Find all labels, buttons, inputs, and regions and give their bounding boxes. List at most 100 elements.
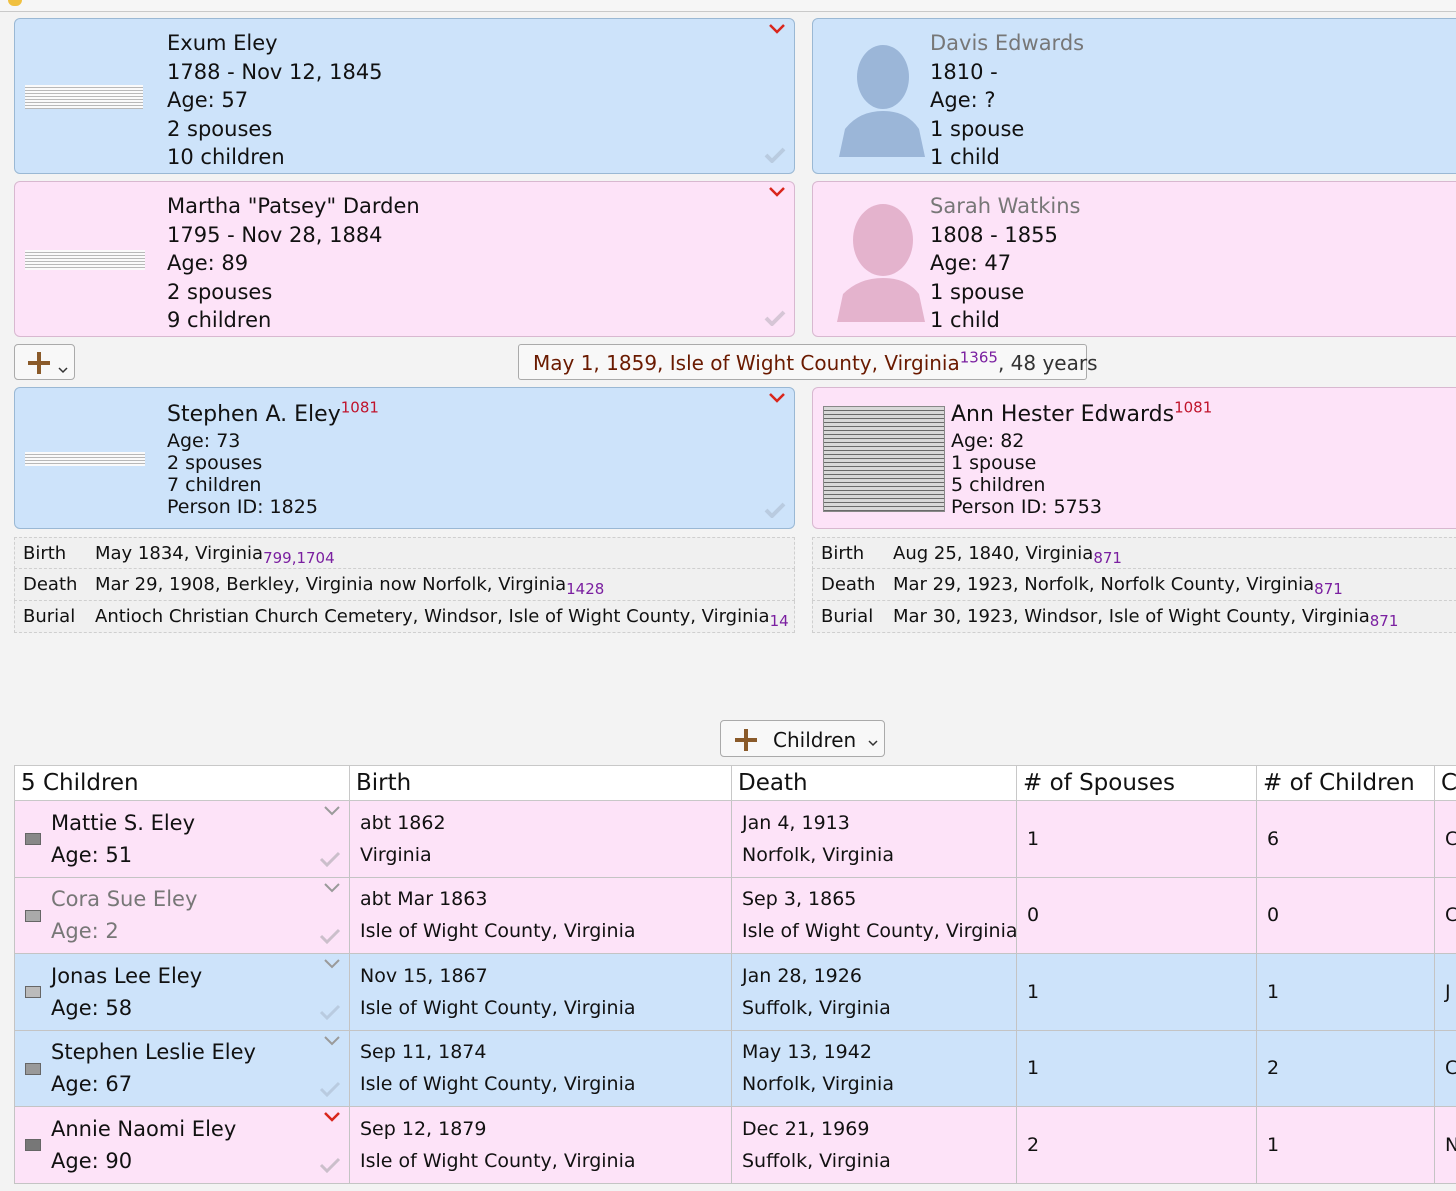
death-date: Jan 28, 1926 <box>742 964 862 987</box>
column-header-name[interactable]: 5 Children <box>14 765 350 801</box>
spouse-count: 1 <box>1016 953 1257 1031</box>
grandmother-card-maternal[interactable]: Sarah Watkins 1808 - 1855 Age: 47 1 spou… <box>812 181 1456 337</box>
fact-label: Birth <box>23 543 67 564</box>
person-spouses: 1 spouse <box>951 452 1037 474</box>
photo-thumbnail <box>25 986 41 998</box>
child-name: Stephen Leslie Eley <box>51 1040 256 1065</box>
fact-value: Aug 25, 1840, Virginia <box>893 543 1094 564</box>
source-citation[interactable]: 14 <box>770 612 789 630</box>
table-row[interactable]: Mattie S. Eley Age: 51 abt 1862 Virginia J… <box>14 800 1456 878</box>
fact-row-death[interactable]: Death Mar 29, 1908, Berkley, Virginia now… <box>14 569 795 601</box>
column-header-birth[interactable]: Birth <box>349 765 732 801</box>
source-citation[interactable]: 871 <box>1314 580 1343 598</box>
birth-place: Isle of Wight County, Virginia <box>360 1149 636 1172</box>
fact-value: Antioch Christian Church Cemetery, Winds… <box>95 606 770 627</box>
grandmother-card-paternal[interactable]: Martha "Patsey" Darden 1795 - Nov 28, 18… <box>14 181 795 337</box>
birth-date: abt 1862 <box>360 811 446 834</box>
table-row[interactable]: Annie Naomi Eley Age: 90 Sep 12, 1879 Isle… <box>14 1106 1456 1184</box>
marriage-text: May 1, 1859, Isle of Wight County, Virgi… <box>533 351 960 375</box>
table-row[interactable]: Jonas Lee Eley Age: 58 Nov 15, 1867 Isle o… <box>14 953 1456 1031</box>
person-spouses: 1 spouse <box>930 279 1025 304</box>
person-age: Age: 73 <box>167 430 241 452</box>
child-name: Cora Sue Eley <box>51 887 198 912</box>
column-header-extra[interactable]: C <box>1434 765 1456 801</box>
wife-card[interactable]: Ann Hester Edwards1081 Age: 82 1 spouse … <box>812 387 1456 529</box>
person-children: 5 children <box>951 474 1046 496</box>
fact-row-burial[interactable]: Burial Antioch Christian Church Cemetery,… <box>14 601 795 633</box>
spouse-count: 1 <box>1016 1029 1257 1107</box>
person-age: Age: 47 <box>930 251 1012 275</box>
table-row[interactable]: Cora Sue Eley Age: 2 abt Mar 1863 Isle of … <box>14 876 1456 954</box>
fact-row-death[interactable]: Death Mar 29, 1923, Norfolk, Norfolk Coun… <box>812 569 1456 601</box>
child-name: Mattie S. Eley <box>51 810 196 835</box>
person-name: Stephen A. Eley <box>167 402 341 427</box>
grandfather-card-paternal[interactable]: Exum Eley 1788 - Nov 12, 1845 Age: 57 2 … <box>14 18 795 174</box>
add-child-button[interactable]: Children <box>720 720 885 757</box>
source-citation[interactable]: 1365 <box>960 348 998 366</box>
photo-thumbnail <box>25 909 41 922</box>
extra-cell: C <box>1434 800 1456 878</box>
person-age: Age: 89 <box>167 251 249 275</box>
person-spouses: 1 spouse <box>930 116 1025 141</box>
photo-thumbnail <box>25 1139 41 1151</box>
children-count: 2 <box>1256 1029 1435 1107</box>
grandfather-card-maternal[interactable]: Davis Edwards 1810 - Age: ? 1 spouse 1 c… <box>812 18 1456 174</box>
chevron-down-icon[interactable] <box>323 1111 340 1127</box>
add-person-button[interactable] <box>14 344 75 380</box>
column-header-spouses[interactable]: # of Spouses <box>1016 765 1257 801</box>
document-thumbnail <box>25 85 143 109</box>
chevron-down-icon[interactable] <box>768 392 785 408</box>
chevron-down-icon[interactable] <box>323 958 340 974</box>
check-icon <box>764 310 786 328</box>
person-children: 1 child <box>930 145 1000 169</box>
chevron-down-icon[interactable] <box>768 186 785 202</box>
children-count: 6 <box>1256 800 1435 878</box>
person-id: Person ID: 5753 <box>951 496 1102 518</box>
check-icon <box>319 851 341 869</box>
fact-row-birth[interactable]: Birth May 1834, Virginia799,1704 <box>14 537 795 569</box>
column-header-death[interactable]: Death <box>731 765 1017 801</box>
column-header-children[interactable]: # of Children <box>1256 765 1435 801</box>
source-citation[interactable]: 1081 <box>341 399 379 417</box>
fact-row-burial[interactable]: Burial Mar 30, 1923, Windsor, Isle of Wig… <box>812 601 1456 633</box>
child-age: Age: 67 <box>51 1072 133 1097</box>
birth-date: Sep 12, 1879 <box>360 1117 487 1140</box>
person-age: Age: 82 <box>951 430 1025 452</box>
table-row[interactable]: Stephen Leslie Eley Age: 67 Sep 11, 1874 I… <box>14 1029 1456 1107</box>
check-icon <box>764 502 786 520</box>
fact-label: Burial <box>23 606 76 627</box>
marriage-fact[interactable]: May 1, 1859, Isle of Wight County, Virgi… <box>518 344 1098 380</box>
birth-place: Isle of Wight County, Virginia <box>360 996 636 1019</box>
plus-icon <box>28 352 68 374</box>
source-citation[interactable]: 1428 <box>566 580 604 598</box>
fact-row-birth[interactable]: Birth Aug 25, 1840, Virginia871 <box>812 537 1456 569</box>
document-thumbnail <box>25 452 145 466</box>
child-name: Annie Naomi Eley <box>51 1116 237 1141</box>
chevron-down-icon[interactable] <box>323 1035 340 1051</box>
source-citation[interactable]: 871 <box>1093 549 1122 567</box>
fact-label: Death <box>821 574 876 595</box>
extra-cell: C <box>1434 1029 1456 1107</box>
person-summary: Martha "Patsey" Darden 1795 - Nov 28, 18… <box>167 192 420 335</box>
birth-date: Sep 11, 1874 <box>360 1041 487 1064</box>
chevron-down-icon[interactable] <box>768 23 785 39</box>
chevron-down-icon[interactable] <box>323 882 340 898</box>
check-icon <box>319 928 341 946</box>
check-icon <box>319 1081 341 1099</box>
source-citation[interactable]: 799,1704 <box>263 549 335 567</box>
source-citation[interactable]: 1081 <box>1174 399 1212 417</box>
person-children: 7 children <box>167 474 262 496</box>
person-spouses: 2 spouses <box>167 279 273 304</box>
person-id: Person ID: 1825 <box>167 496 318 518</box>
person-spouses: 2 spouses <box>167 116 273 141</box>
birth-date: Nov 15, 1867 <box>360 964 488 987</box>
death-place: Isle of Wight County, Virginia <box>742 920 1017 943</box>
husband-card[interactable]: Stephen A. Eley1081 Age: 73 2 spouses 7 … <box>14 387 795 529</box>
death-date: Dec 21, 1969 <box>742 1117 870 1140</box>
person-age: Age: 57 <box>167 88 249 112</box>
wife-facts: Birth Aug 25, 1840, Virginia871 Death Mar … <box>812 537 1456 633</box>
child-age: Age: 2 <box>51 919 119 944</box>
chevron-down-icon[interactable] <box>323 805 340 821</box>
source-citation[interactable]: 871 <box>1370 612 1399 630</box>
child-name: Jonas Lee Eley <box>51 963 203 988</box>
